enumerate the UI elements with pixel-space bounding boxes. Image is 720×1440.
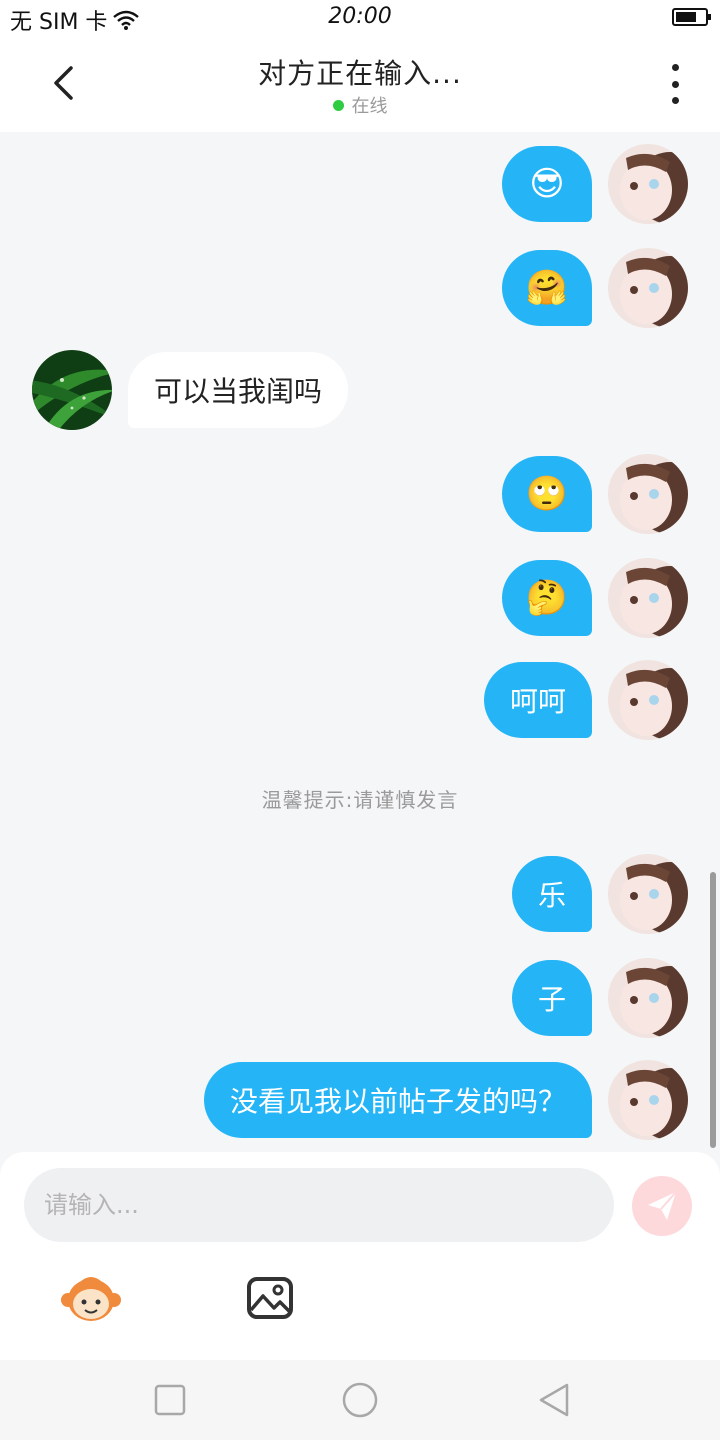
composer-panel xyxy=(0,1152,720,1360)
message-bubble-emoji[interactable]: 🤔 xyxy=(502,560,592,636)
send-button[interactable] xyxy=(632,1176,692,1236)
battery-level xyxy=(676,12,696,22)
my-avatar[interactable] xyxy=(608,558,688,638)
message-bubble-emoji[interactable]: 😎 xyxy=(502,146,592,222)
my-avatar[interactable] xyxy=(608,454,688,534)
my-avatar[interactable] xyxy=(608,144,688,224)
send-icon xyxy=(648,1191,677,1220)
chat-title: 对方正在输入... xyxy=(258,57,462,90)
monkey-sticker-icon xyxy=(61,1277,121,1321)
my-avatar[interactable] xyxy=(608,660,688,740)
message-bubble-text[interactable]: 乐 xyxy=(512,856,592,932)
more-options-button[interactable] xyxy=(660,64,690,104)
message-bubble-emoji[interactable]: 🙄 xyxy=(502,456,592,532)
circle-icon xyxy=(342,1382,378,1418)
message-row: 🙄 xyxy=(0,454,720,534)
girl-avatar-icon xyxy=(608,854,688,934)
sticker-button[interactable] xyxy=(60,1272,122,1324)
contact-avatar[interactable] xyxy=(32,350,112,430)
image-button[interactable] xyxy=(246,1276,294,1320)
message-row: 🤔 xyxy=(0,558,720,638)
leaf-avatar-icon xyxy=(32,350,112,430)
status-bar: 无 SIM 卡 20:00 xyxy=(0,0,720,36)
triangle-back-icon xyxy=(539,1383,569,1417)
girl-avatar-icon xyxy=(608,248,688,328)
girl-avatar-icon xyxy=(608,144,688,224)
message-row: 子 xyxy=(0,958,720,1038)
message-bubble-text[interactable]: 没看见我以前帖子发的吗？ xyxy=(203,1062,592,1138)
online-dot-icon xyxy=(332,99,344,111)
message-row: 乐 xyxy=(0,854,720,934)
girl-avatar-icon xyxy=(608,1060,688,1140)
online-status-label: 在线 xyxy=(351,96,388,117)
my-avatar[interactable] xyxy=(608,248,688,328)
message-row: 🤗 xyxy=(0,248,720,328)
girl-avatar-icon xyxy=(608,454,688,534)
system-nav-bar xyxy=(0,1360,720,1440)
recent-apps-button[interactable] xyxy=(150,1380,190,1420)
message-bubble-text[interactable]: 可以当我闺吗 xyxy=(128,352,349,428)
message-list[interactable]: 😎 🤗 可以当我闺吗 🙄 🤔 呵呵 温馨提示:请谨慎发言 乐 子 没看见我以前帖… xyxy=(0,132,720,1152)
message-bubble-text[interactable]: 呵呵 xyxy=(483,662,592,738)
chat-header: 对方正在输入... 在线 xyxy=(0,36,720,132)
message-row: 😎 xyxy=(0,144,720,224)
message-row: 可以当我闺吗 xyxy=(0,350,720,430)
nav-back-button[interactable] xyxy=(534,1380,574,1420)
image-icon xyxy=(247,1277,293,1319)
my-avatar[interactable] xyxy=(608,854,688,934)
girl-avatar-icon xyxy=(608,558,688,638)
girl-avatar-icon xyxy=(608,660,688,740)
battery-icon xyxy=(672,8,711,26)
message-bubble-emoji[interactable]: 🤗 xyxy=(502,250,592,326)
online-status: 在线 xyxy=(0,92,720,118)
message-input[interactable] xyxy=(24,1168,614,1242)
message-row: 没看见我以前帖子发的吗？ xyxy=(0,1060,720,1140)
system-tip: 温馨提示:请谨慎发言 xyxy=(261,788,459,812)
square-icon xyxy=(154,1384,186,1416)
my-avatar[interactable] xyxy=(608,1060,688,1140)
girl-avatar-icon xyxy=(608,958,688,1038)
my-avatar[interactable] xyxy=(608,958,688,1038)
message-scrollbar[interactable] xyxy=(710,872,716,1148)
message-row: 呵呵 xyxy=(0,660,720,740)
clock: 20:00 xyxy=(328,4,392,29)
more-vertical-icon xyxy=(671,64,679,71)
message-bubble-text[interactable]: 子 xyxy=(512,960,592,1036)
home-button[interactable] xyxy=(340,1380,380,1420)
